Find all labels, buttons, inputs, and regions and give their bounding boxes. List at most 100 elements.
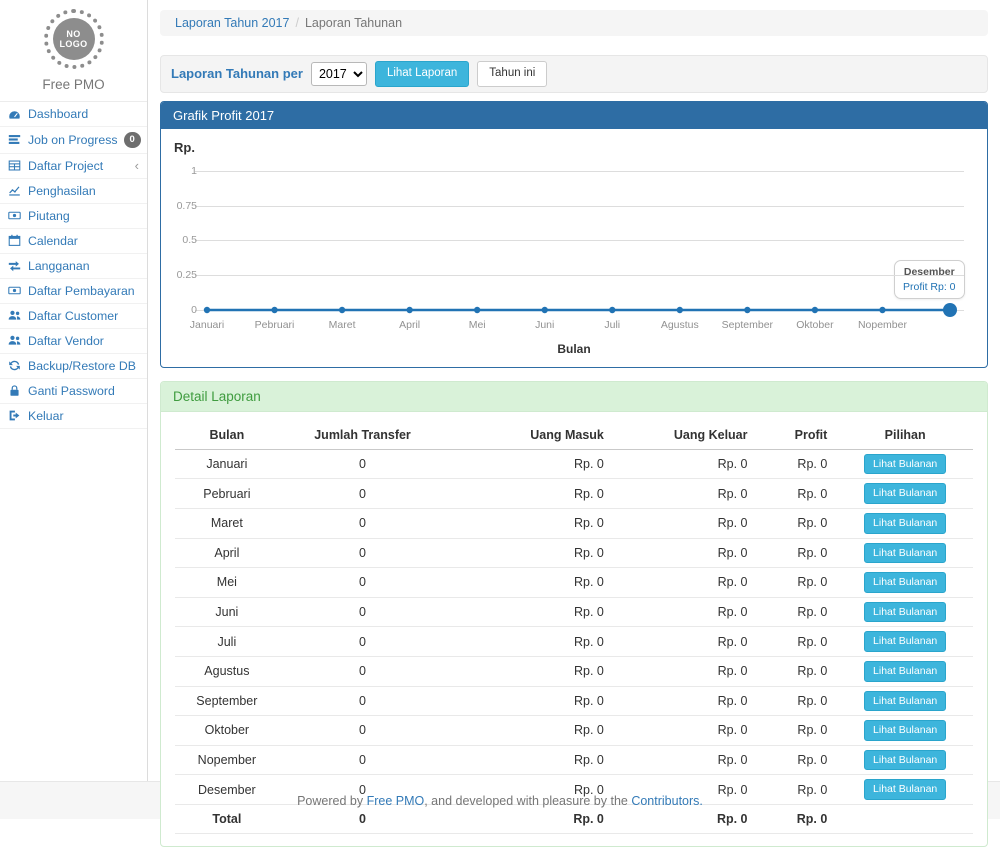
table-cell: 0 xyxy=(279,568,447,598)
breadcrumb-link[interactable]: Laporan Tahun 2017 xyxy=(175,16,289,30)
sidebar-item-daftar-pembayaran[interactable]: Daftar Pembayaran xyxy=(0,279,147,304)
users-icon xyxy=(8,309,22,322)
sidebar-item-dashboard[interactable]: Dashboard xyxy=(0,102,147,127)
table-cell: Rp. 0 xyxy=(758,479,838,509)
year-filter-label: Laporan Tahunan per xyxy=(171,66,303,81)
sidebar-item-label: Penghasilan xyxy=(28,184,96,198)
table-action-cell: Lihat Bulanan xyxy=(837,538,973,568)
table-row: Juli0Rp. 0Rp. 0Rp. 0Lihat Bulanan xyxy=(175,627,973,657)
detail-panel-title: Detail Laporan xyxy=(161,382,987,412)
table-cell: 0 xyxy=(279,627,447,657)
lihat-bulanan-button[interactable]: Lihat Bulanan xyxy=(864,543,946,564)
table-cell: Rp. 0 xyxy=(614,716,758,746)
chart-x-axis-title: Bulan xyxy=(161,342,987,356)
no-logo-line1: NO xyxy=(66,29,80,39)
table-cell: Rp. 0 xyxy=(446,479,614,509)
table-cell: Juni xyxy=(175,597,279,627)
lihat-bulanan-button[interactable]: Lihat Bulanan xyxy=(864,691,946,712)
sidebar-item-langganan[interactable]: Langganan xyxy=(0,254,147,279)
lihat-bulanan-button[interactable]: Lihat Bulanan xyxy=(864,454,946,475)
table-cell: Rp. 0 xyxy=(758,716,838,746)
sidebar-item-daftar-vendor[interactable]: Daftar Vendor xyxy=(0,329,147,354)
sidebar-item-ganti-password[interactable]: Ganti Password xyxy=(0,379,147,404)
table-cell: Rp. 0 xyxy=(758,656,838,686)
column-header: Jumlah Transfer xyxy=(279,421,447,450)
lihat-bulanan-button[interactable]: Lihat Bulanan xyxy=(864,750,946,771)
lihat-bulanan-button[interactable]: Lihat Bulanan xyxy=(864,483,946,504)
lihat-bulanan-button[interactable]: Lihat Bulanan xyxy=(864,720,946,741)
table-action-cell: Lihat Bulanan xyxy=(837,508,973,538)
sidebar-item-calendar[interactable]: Calendar xyxy=(0,229,147,254)
lihat-bulanan-button[interactable]: Lihat Bulanan xyxy=(864,661,946,682)
sidebar-item-job-on-progress[interactable]: Job on Progress0 xyxy=(0,127,147,154)
table-cell: Rp. 0 xyxy=(614,686,758,716)
table-cell: Rp. 0 xyxy=(758,627,838,657)
no-logo-seal-text: NO LOGO xyxy=(53,18,95,60)
table-cell: Rp. 0 xyxy=(614,656,758,686)
table-cell: Rp. 0 xyxy=(446,568,614,598)
sidebar-item-piutang[interactable]: Piutang xyxy=(0,204,147,229)
table-action-cell: Lihat Bulanan xyxy=(837,568,973,598)
logo-box: NO LOGO Free PMO xyxy=(0,0,147,102)
table-action-cell: Lihat Bulanan xyxy=(837,597,973,627)
lihat-bulanan-button[interactable]: Lihat Bulanan xyxy=(864,631,946,652)
table-action-cell: Lihat Bulanan xyxy=(837,686,973,716)
sidebar-item-label: Dashboard xyxy=(28,107,88,121)
table-row: Juni0Rp. 0Rp. 0Rp. 0Lihat Bulanan xyxy=(175,597,973,627)
table-row: Januari0Rp. 0Rp. 0Rp. 0Lihat Bulanan xyxy=(175,449,973,479)
sidebar-item-backup-restore-db[interactable]: Backup/Restore DB xyxy=(0,354,147,379)
table-cell: 0 xyxy=(279,656,447,686)
table-row: Nopember0Rp. 0Rp. 0Rp. 0Lihat Bulanan xyxy=(175,745,973,775)
sidebar-item-penghasilan[interactable]: Penghasilan xyxy=(0,179,147,204)
table-cell: Rp. 0 xyxy=(614,568,758,598)
table-action-cell: Lihat Bulanan xyxy=(837,656,973,686)
sidebar-item-label: Job on Progress xyxy=(28,133,118,147)
table-cell: 0 xyxy=(279,479,447,509)
table-row: Mei0Rp. 0Rp. 0Rp. 0Lihat Bulanan xyxy=(175,568,973,598)
table-row: April0Rp. 0Rp. 0Rp. 0Lihat Bulanan xyxy=(175,538,973,568)
table-row: Pebruari0Rp. 0Rp. 0Rp. 0Lihat Bulanan xyxy=(175,479,973,509)
table-cell: September xyxy=(175,686,279,716)
table-cell: Rp. 0 xyxy=(446,449,614,479)
tachometer-icon xyxy=(8,108,22,121)
sidebar-item-label: Keluar xyxy=(28,409,64,423)
footer-contributors-link[interactable]: Contributors. xyxy=(631,794,703,808)
table-cell: Rp. 0 xyxy=(758,449,838,479)
table-row: Agustus0Rp. 0Rp. 0Rp. 0Lihat Bulanan xyxy=(175,656,973,686)
table-cell: Rp. 0 xyxy=(446,656,614,686)
chart-point xyxy=(339,307,345,313)
table-cell: Rp. 0 xyxy=(446,716,614,746)
lihat-bulanan-button[interactable]: Lihat Bulanan xyxy=(864,572,946,593)
sidebar-item-label: Piutang xyxy=(28,209,70,223)
table-header-row: BulanJumlah TransferUang MasukUang Kelua… xyxy=(175,421,973,450)
table-action-cell: Lihat Bulanan xyxy=(837,627,973,657)
sidebar-item-keluar[interactable]: Keluar xyxy=(0,404,147,429)
table-cell: 0 xyxy=(279,538,447,568)
table-row: September0Rp. 0Rp. 0Rp. 0Lihat Bulanan xyxy=(175,686,973,716)
no-logo-line2: LOGO xyxy=(59,39,87,49)
tahun-ini-button[interactable]: Tahun ini xyxy=(477,61,547,87)
column-header: Pilihan xyxy=(837,421,973,450)
table-cell: Rp. 0 xyxy=(614,627,758,657)
sidebar-nav: Dashboard Job on Progress0Daftar Project‹… xyxy=(0,102,147,429)
footer-brand-link[interactable]: Free PMO xyxy=(367,794,425,808)
table-cell: April xyxy=(175,538,279,568)
lihat-bulanan-button[interactable]: Lihat Bulanan xyxy=(864,602,946,623)
lihat-laporan-button[interactable]: Lihat Laporan xyxy=(375,61,469,87)
lihat-bulanan-button[interactable]: Lihat Bulanan xyxy=(864,779,946,800)
lihat-bulanan-button[interactable]: Lihat Bulanan xyxy=(864,513,946,534)
sidebar-item-label: Calendar xyxy=(28,234,78,248)
table-cell: Rp. 0 xyxy=(758,686,838,716)
sidebar-item-daftar-project[interactable]: Daftar Project‹ xyxy=(0,154,147,179)
chart-point-highlight xyxy=(943,303,957,317)
sidebar-item-label: Daftar Customer xyxy=(28,309,118,323)
year-select[interactable]: 2017 xyxy=(311,62,367,86)
table-cell: Rp. 0 xyxy=(446,686,614,716)
chart-series-svg xyxy=(161,129,987,322)
table-cell: Pebruari xyxy=(175,479,279,509)
breadcrumb-separator: / xyxy=(295,16,298,30)
sidebar-item-daftar-customer[interactable]: Daftar Customer xyxy=(0,304,147,329)
column-header: Uang Masuk xyxy=(446,421,614,450)
chart-panel-title: Grafik Profit 2017 xyxy=(161,102,987,129)
table-cell: Maret xyxy=(175,508,279,538)
